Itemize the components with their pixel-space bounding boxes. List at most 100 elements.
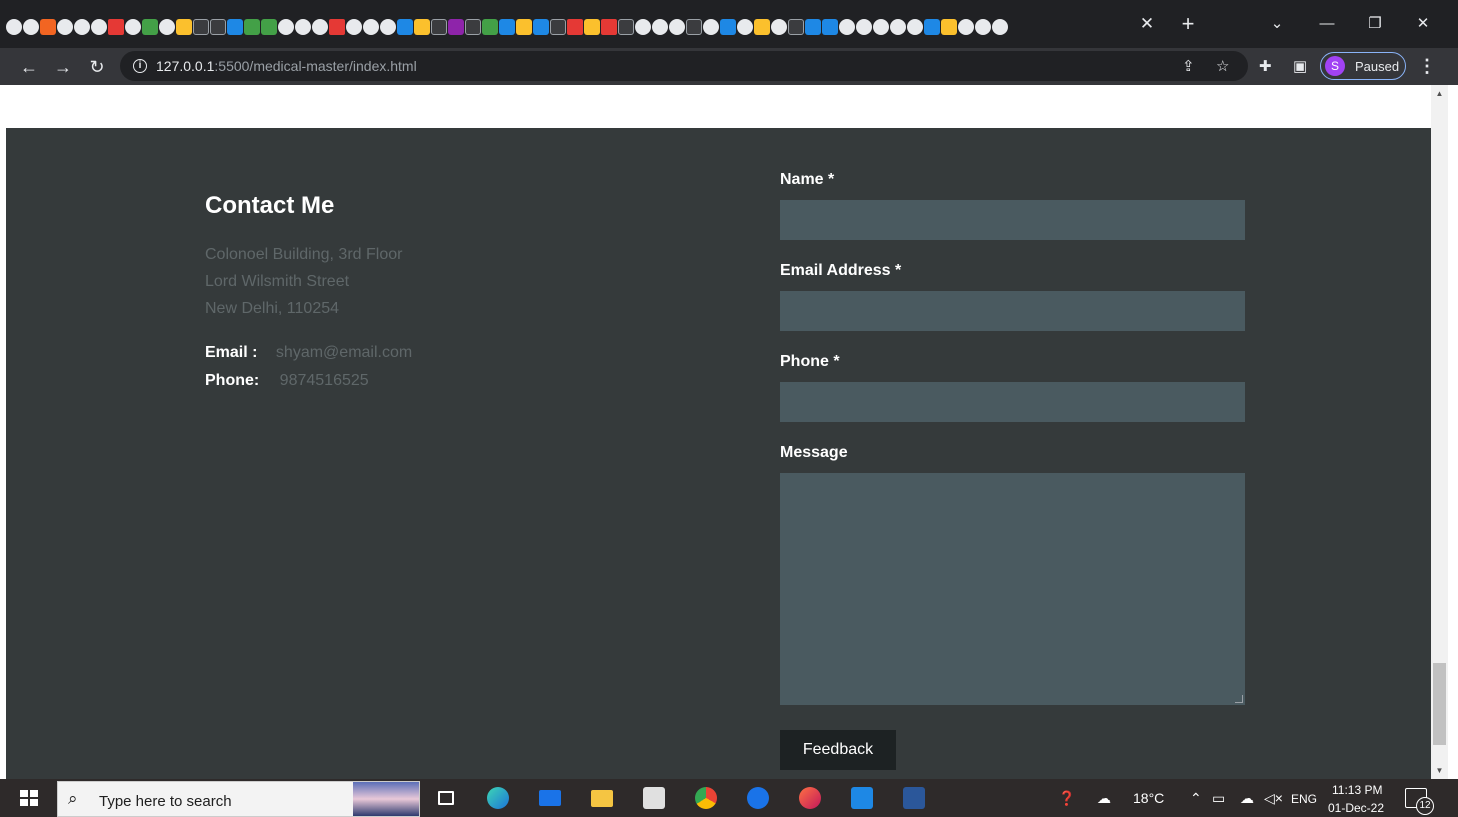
file-explorer-icon[interactable] xyxy=(590,786,614,810)
tab-favicon[interactable] xyxy=(159,19,175,35)
tab-favicon[interactable] xyxy=(431,19,447,35)
url-text[interactable]: 127.0.0.1:5500/medical-master/index.html xyxy=(156,58,417,74)
feedback-button[interactable]: Feedback xyxy=(780,730,896,770)
word-icon[interactable] xyxy=(902,786,926,810)
tab-favicon[interactable] xyxy=(516,19,532,35)
tab-favicon[interactable] xyxy=(142,19,158,35)
network-icon[interactable]: ☁ xyxy=(1240,790,1254,807)
tab-favicon[interactable] xyxy=(601,19,617,35)
tab-favicon[interactable] xyxy=(686,19,702,35)
tab-favicon[interactable] xyxy=(23,19,39,35)
side-panel-icon[interactable]: ▣ xyxy=(1293,57,1307,75)
tab-favicon[interactable] xyxy=(465,19,481,35)
email-field[interactable] xyxy=(780,291,1245,331)
puzzle-icon[interactable]: ✚ xyxy=(1259,57,1272,75)
tab-favicon[interactable] xyxy=(499,19,515,35)
tab-favicon[interactable] xyxy=(176,19,192,35)
tab-favicon[interactable] xyxy=(822,19,838,35)
tab-favicon[interactable] xyxy=(567,19,583,35)
tab-favicon[interactable] xyxy=(346,19,362,35)
tab-favicon[interactable] xyxy=(108,19,124,35)
restore-icon[interactable]: ❐ xyxy=(1360,12,1390,36)
tab-favicon[interactable] xyxy=(397,19,413,35)
tab-favicon[interactable] xyxy=(329,19,345,35)
back-arrow-icon[interactable]: ← xyxy=(16,54,42,80)
info-icon[interactable]: i xyxy=(133,59,147,73)
tab-favicon[interactable] xyxy=(312,19,328,35)
kebab-menu-icon[interactable]: ⋮ xyxy=(1418,54,1436,78)
scroll-up-icon[interactable]: ▲ xyxy=(1431,85,1448,102)
new-tab-button[interactable]: + xyxy=(1177,13,1199,35)
chrome-icon[interactable] xyxy=(694,786,718,810)
store-icon[interactable] xyxy=(642,786,666,810)
tab-favicon[interactable] xyxy=(448,19,464,35)
tab-favicon[interactable] xyxy=(380,19,396,35)
tab-favicon[interactable] xyxy=(482,19,498,35)
tab-favicon[interactable] xyxy=(227,19,243,35)
address-bar[interactable]: i 127.0.0.1:5500/medical-master/index.ht… xyxy=(120,51,1248,81)
message-textarea[interactable] xyxy=(780,473,1245,705)
tab-favicon[interactable] xyxy=(703,19,719,35)
tab-favicon[interactable] xyxy=(754,19,770,35)
tab-favicon[interactable] xyxy=(924,19,940,35)
email-value[interactable]: shyam@email.com xyxy=(276,344,412,361)
page-scrollbar[interactable]: ▲ ▼ xyxy=(1431,85,1448,779)
tab-favicon[interactable] xyxy=(856,19,872,35)
tab-favicon[interactable] xyxy=(244,19,260,35)
tab-favicon[interactable] xyxy=(652,19,668,35)
phone-field[interactable] xyxy=(780,382,1245,422)
weather-icon[interactable]: ☁ xyxy=(1097,790,1111,807)
resize-grip-icon[interactable] xyxy=(1235,695,1243,703)
app-icon[interactable] xyxy=(798,786,822,810)
tab-favicon[interactable] xyxy=(91,19,107,35)
tab-favicon[interactable] xyxy=(210,19,226,35)
help-icon[interactable]: ❓ xyxy=(1058,790,1075,807)
close-window-icon[interactable]: ✕ xyxy=(1408,12,1438,36)
tab-favicon[interactable] xyxy=(975,19,991,35)
tab-favicon[interactable] xyxy=(635,19,651,35)
star-icon[interactable]: ☆ xyxy=(1216,57,1229,75)
weather-temperature[interactable]: 18°C xyxy=(1133,790,1164,806)
tab-favicon[interactable] xyxy=(74,19,90,35)
tab-favicon[interactable] xyxy=(550,19,566,35)
edge-icon[interactable] xyxy=(486,786,510,810)
reload-icon[interactable]: ↻ xyxy=(84,54,110,80)
tab-search-icon[interactable]: ⌄ xyxy=(1262,12,1292,36)
tab-favicon[interactable] xyxy=(584,19,600,35)
tab-favicon[interactable] xyxy=(873,19,889,35)
tab-favicon[interactable] xyxy=(363,19,379,35)
chevron-up-icon[interactable]: ⌃ xyxy=(1190,790,1202,807)
forward-arrow-icon[interactable]: → xyxy=(50,54,76,80)
tab-favicon[interactable] xyxy=(737,19,753,35)
scroll-down-icon[interactable]: ▼ xyxy=(1431,762,1448,779)
tab-favicon[interactable] xyxy=(720,19,736,35)
tab-favicon[interactable] xyxy=(295,19,311,35)
tab-favicon[interactable] xyxy=(533,19,549,35)
task-view-icon[interactable] xyxy=(434,786,458,810)
tab-favicon[interactable] xyxy=(788,19,804,35)
tab-favicon[interactable] xyxy=(771,19,787,35)
tab-favicon[interactable] xyxy=(57,19,73,35)
tab-favicon[interactable] xyxy=(618,19,634,35)
name-field[interactable] xyxy=(780,200,1245,240)
tab-favicon[interactable] xyxy=(839,19,855,35)
mail-icon[interactable] xyxy=(538,786,562,810)
battery-icon[interactable]: ▭ xyxy=(1212,790,1225,807)
tab-favicon[interactable] xyxy=(6,19,22,35)
minimize-icon[interactable]: — xyxy=(1312,12,1342,36)
phone-value[interactable]: 9874516525 xyxy=(280,372,369,389)
cortana-icon[interactable] xyxy=(746,786,770,810)
tab-favicon[interactable] xyxy=(958,19,974,35)
clock-time[interactable]: 11:13 PM xyxy=(1332,783,1382,797)
tab-favicon[interactable] xyxy=(992,19,1008,35)
windows-start-icon[interactable] xyxy=(20,790,38,806)
share-icon[interactable]: ⇪ xyxy=(1182,57,1195,75)
taskbar-search-box[interactable]: ⌕ Type here to search xyxy=(57,781,420,817)
scroll-thumb[interactable] xyxy=(1433,663,1446,745)
close-tab-icon[interactable]: ✕ xyxy=(1137,14,1157,34)
tab-favicon[interactable] xyxy=(890,19,906,35)
language-indicator[interactable]: ENG xyxy=(1291,792,1317,806)
tab-favicon[interactable] xyxy=(907,19,923,35)
tab-favicon[interactable] xyxy=(261,19,277,35)
profile-button[interactable]: S Paused xyxy=(1320,52,1406,80)
